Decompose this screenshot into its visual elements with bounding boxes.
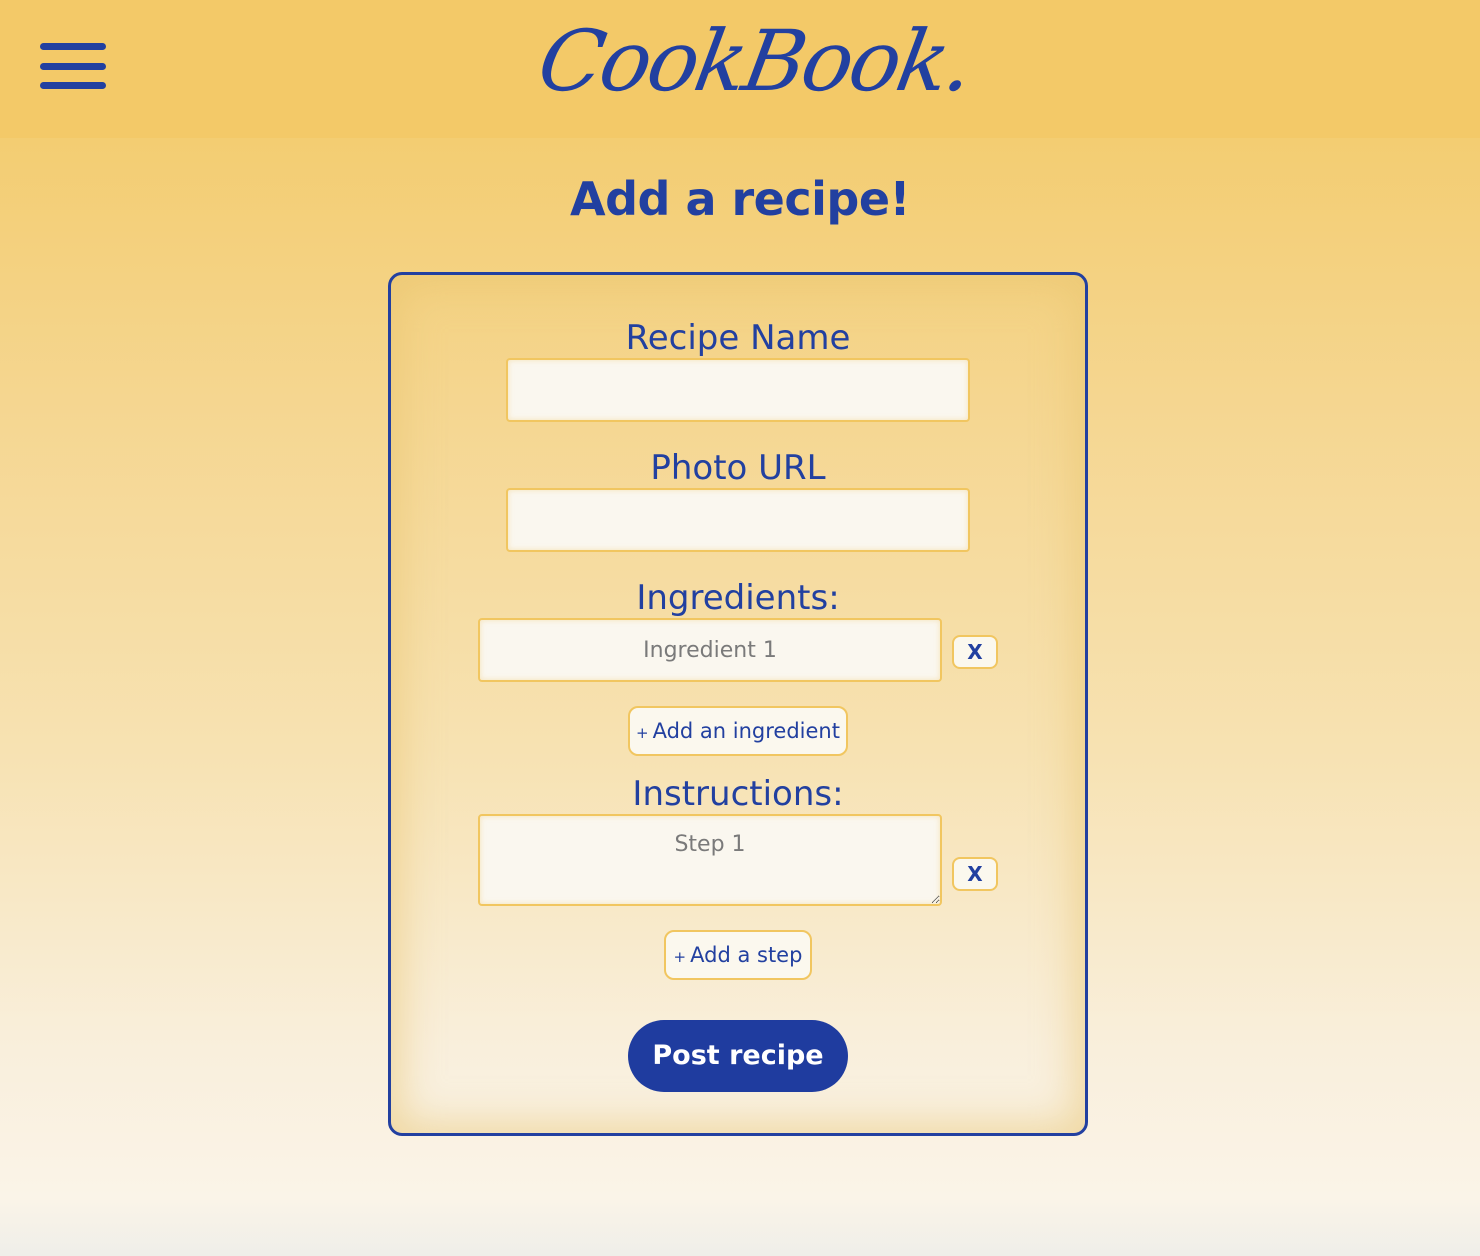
remove-step-button[interactable]: X [952,857,998,891]
step-textarea[interactable] [478,814,942,906]
add-ingredient-label: Add an ingredient [652,719,840,743]
photo-url-label: Photo URL [650,448,826,488]
top-bar: CookBook. [0,0,1480,138]
add-step-label: Add a step [690,943,803,967]
instructions-label: Instructions: [632,774,844,814]
cookbook-logo[interactable]: CookBook. [530,6,978,116]
recipe-name-input[interactable] [506,358,970,422]
plus-icon: + [673,948,687,966]
hamburger-menu-icon[interactable] [40,43,106,89]
add-step-button[interactable]: + Add a step [664,930,812,980]
menu-line [40,63,106,70]
ingredients-label: Ingredients: [636,578,840,618]
remove-ingredient-button[interactable]: X [952,635,998,669]
menu-line [40,43,106,50]
page-title: Add a recipe! [569,172,911,226]
recipe-name-label: Recipe Name [625,318,851,358]
post-recipe-button[interactable]: Post recipe [628,1020,848,1092]
menu-line [40,82,106,89]
plus-icon: + [636,724,649,742]
add-ingredient-button[interactable]: + Add an ingredient [628,706,848,756]
photo-url-input[interactable] [506,488,970,552]
ingredient-input[interactable] [478,618,942,682]
